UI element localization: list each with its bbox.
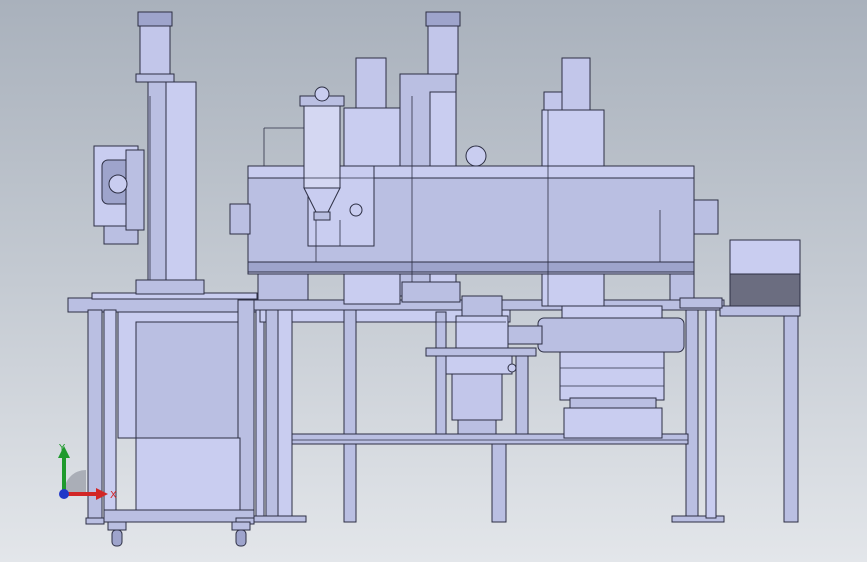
z-axis-dot xyxy=(59,489,69,499)
frame-inner-post xyxy=(705,309,717,519)
y-axis-label: Y xyxy=(58,443,66,454)
frame-leg-2 xyxy=(277,309,293,521)
frame-leg-4 xyxy=(435,311,447,443)
dark-panel xyxy=(729,273,801,309)
x-axis-label: X xyxy=(110,490,117,501)
vibratory-bowl xyxy=(505,305,685,439)
frame-leg-7 xyxy=(685,309,699,521)
hopper-body xyxy=(303,105,341,189)
cart-right-leg-2 xyxy=(255,309,265,523)
main-housing xyxy=(229,165,719,301)
bowl-rim xyxy=(537,317,685,353)
center-back-motor xyxy=(355,57,387,111)
cart-cabinet-door xyxy=(135,321,241,439)
frame-leg-5 xyxy=(491,439,507,523)
cad-viewport[interactable]: Y X xyxy=(0,0,867,562)
frame-base-left xyxy=(253,515,307,523)
housing-end-right xyxy=(693,199,719,235)
lower-motor xyxy=(451,373,503,421)
triad-arc xyxy=(64,470,86,492)
left-column xyxy=(93,11,205,295)
machine-assembly-front-view[interactable] xyxy=(0,0,867,562)
axis-triad: Y X xyxy=(58,443,117,501)
left-column-base xyxy=(135,279,205,295)
center-column-base xyxy=(401,281,461,303)
caster-right xyxy=(231,521,251,547)
cart-bottom-rail xyxy=(103,509,255,523)
cart-lower-panel xyxy=(135,437,241,511)
frame-leg-6 xyxy=(515,349,529,443)
caster-left xyxy=(107,521,127,547)
frame-leg-1 xyxy=(265,309,279,521)
housing-end-left xyxy=(229,203,251,235)
frame-leg-3 xyxy=(343,309,357,523)
right-motor xyxy=(561,57,591,111)
cart-foot-left xyxy=(85,517,105,525)
